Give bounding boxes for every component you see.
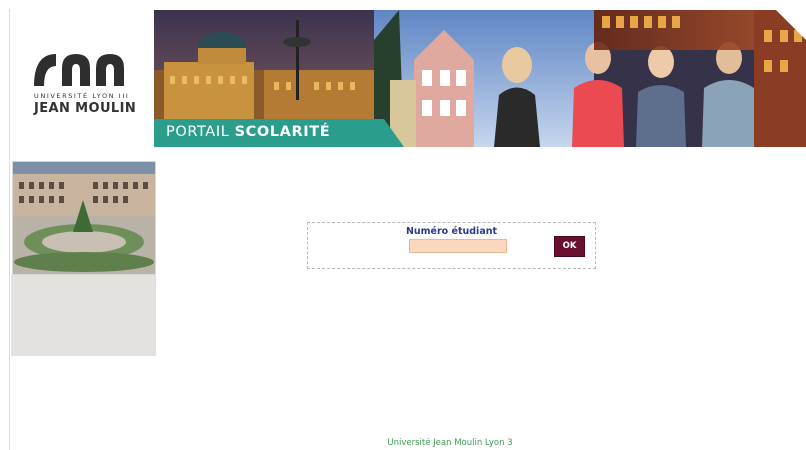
portail-title-bold: SCOLARITÉ xyxy=(234,124,331,140)
university-logo[interactable]: UNIVERSITÉ LYON III JEAN MOULIN xyxy=(10,10,155,147)
campus-photo xyxy=(12,161,156,275)
campus-courtyard-image xyxy=(13,162,155,274)
student-number-input[interactable] xyxy=(409,239,507,253)
logo-mark-icon xyxy=(34,54,124,86)
header-banner: PORTAIL SCOLARITÉ xyxy=(154,10,806,147)
portail-title-light: PORTAIL xyxy=(166,124,235,140)
student-login-form: Numéro étudiant OK xyxy=(307,222,596,269)
logo-university-line: UNIVERSITÉ LYON III xyxy=(34,92,130,100)
logo-university-name: JEAN MOULIN xyxy=(34,101,137,116)
student-number-label: Numéro étudiant xyxy=(405,226,498,237)
ok-button[interactable]: OK xyxy=(554,236,585,257)
footer-text: Université Jean Moulin Lyon 3 xyxy=(387,438,513,448)
portail-scolarite-title: PORTAIL SCOLARITÉ xyxy=(166,124,330,140)
sidebar-panel xyxy=(11,275,156,356)
